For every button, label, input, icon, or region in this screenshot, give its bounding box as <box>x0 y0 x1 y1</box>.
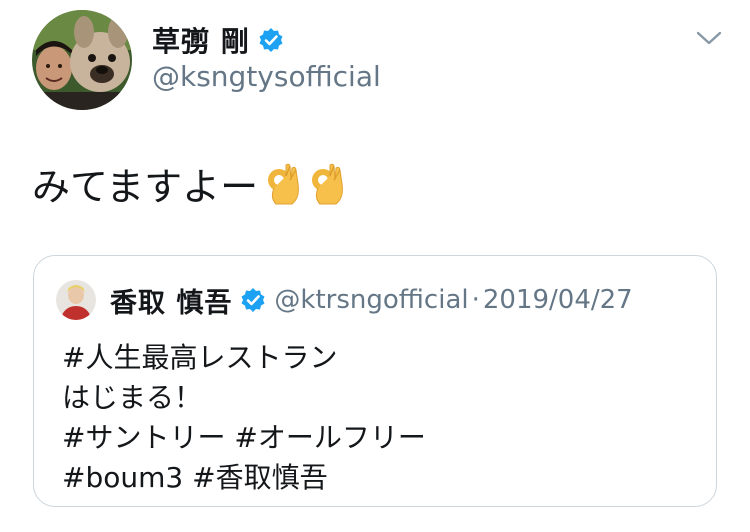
author-handle[interactable]: @ksngtysofficial <box>152 60 381 93</box>
dot-separator: · <box>471 285 480 315</box>
chevron-down-icon[interactable] <box>695 28 723 48</box>
quoted-tweet-line[interactable]: #人生最高レストラン <box>62 338 426 378</box>
quoted-author-handle: @ktrsngofficial <box>274 285 469 315</box>
ok-hand-icon <box>262 162 302 206</box>
quoted-tweet-line[interactable]: #サントリー #オールフリー <box>62 418 426 458</box>
ok-hand-icon <box>306 162 346 206</box>
tweet-text: みてますよー <box>32 156 346 211</box>
author-name-row[interactable]: 草彅 剛 <box>152 22 284 58</box>
author-display-name[interactable]: 草彅 剛 <box>152 20 250 60</box>
quoted-tweet[interactable]: 香取 慎吾 @ktrsngofficial · 2019/04/27 #人生最高… <box>33 255 717 507</box>
quoted-tweet-date: 2019/04/27 <box>482 285 633 315</box>
quoted-tweet-line: はじまる！ <box>62 381 203 414</box>
verified-badge-icon <box>258 27 284 53</box>
quoted-author-avatar <box>56 280 96 320</box>
quoted-tweet-body: #人生最高レストラン はじまる！ #サントリー #オールフリー #boum3 #… <box>62 338 426 498</box>
quoted-author-display-name: 香取 慎吾 <box>110 287 233 319</box>
quoted-tweet-line[interactable]: #boum3 #香取慎吾 <box>62 458 426 498</box>
quoted-tweet-header: 香取 慎吾 @ktrsngofficial · 2019/04/27 <box>56 280 633 320</box>
tweet-text-content: みてますよー <box>32 165 259 209</box>
tweet-card: 草彅 剛 @ksngtysofficial みてますよー 香取 慎吾 @ktrs… <box>0 0 750 532</box>
verified-badge-icon <box>240 287 266 313</box>
author-avatar[interactable] <box>32 10 132 110</box>
